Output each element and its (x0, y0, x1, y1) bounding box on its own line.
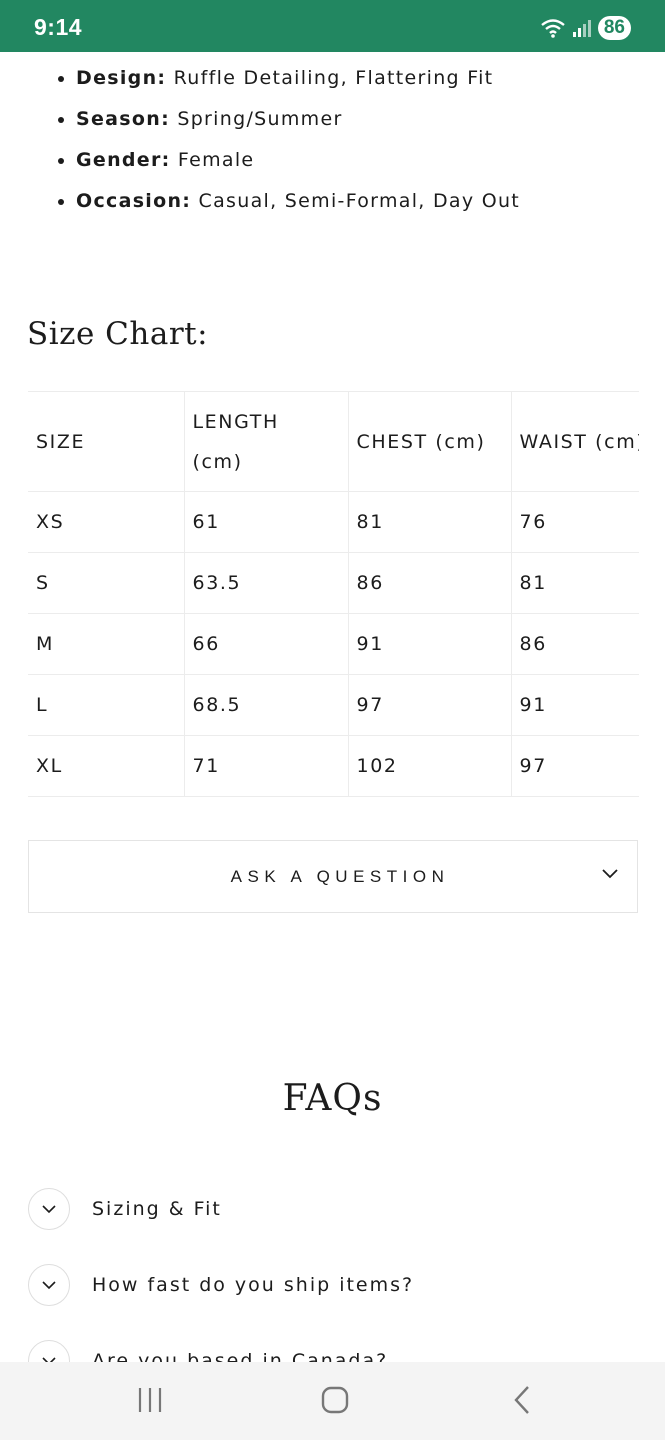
back-icon[interactable] (510, 1384, 534, 1416)
table-cell: 68.5 (183, 674, 348, 736)
spec-season: Season: Spring/Summer (58, 104, 520, 145)
chevron-down-icon (42, 1281, 56, 1290)
table-cell: 66 (183, 613, 348, 675)
column-header: LENGTH (cm) (183, 391, 348, 492)
table-cell: 61 (183, 491, 348, 553)
battery-indicator: 86 (597, 16, 631, 40)
table-row: XS 61 81 76 (28, 491, 639, 553)
table-cell: XL (28, 735, 184, 797)
table-cell: 91 (347, 613, 511, 675)
page-content: Design: Ruffle Detailing, Flattering Fit… (0, 52, 665, 1362)
table-cell: S (28, 552, 184, 614)
table-cell: 81 (347, 491, 511, 553)
table-row: M 66 91 86 (28, 613, 639, 675)
system-nav-bar (0, 1362, 665, 1440)
chevron-down-icon (602, 869, 618, 879)
table-cell: M (28, 613, 184, 675)
table-cell: 63.5 (183, 552, 348, 614)
table-cell: XS (28, 491, 184, 553)
faq-question: How fast do you ship items? (92, 1274, 415, 1296)
table-row: S 63.5 86 81 (28, 552, 639, 614)
faq-toggle-button[interactable] (28, 1188, 70, 1230)
size-chart-table: SIZE LENGTH (cm) CHEST (cm) WAIST (cm) X… (28, 391, 639, 799)
table-cell: L (28, 674, 184, 736)
table-cell: 97 (510, 735, 639, 797)
faq-toggle-button[interactable] (28, 1340, 70, 1362)
column-header: CHEST (cm) (347, 391, 511, 492)
spec-gender: Gender: Female (58, 145, 520, 186)
spec-design: Design: Ruffle Detailing, Flattering Fit (58, 63, 520, 104)
status-icons: 86 (540, 16, 631, 40)
column-header: WAIST (cm) (510, 391, 639, 492)
home-icon[interactable] (320, 1384, 350, 1416)
status-time: 9:14 (34, 14, 83, 40)
signal-icon (572, 20, 591, 37)
table-cell: 81 (510, 552, 639, 614)
table-cell: 97 (347, 674, 511, 736)
table-cell: 86 (347, 552, 511, 614)
column-header: SIZE (28, 391, 184, 492)
faq-toggle-button[interactable] (28, 1264, 70, 1306)
table-header-row: SIZE LENGTH (cm) CHEST (cm) WAIST (cm) (28, 391, 639, 492)
chevron-down-icon (42, 1205, 56, 1214)
table-cell: 102 (347, 735, 511, 797)
faq-title: FAQs (282, 1078, 383, 1119)
table-row: L 68.5 97 91 (28, 674, 639, 736)
status-bar: 9:14 86 (0, 0, 665, 52)
table-cell: 76 (510, 491, 639, 553)
faq-item-canada[interactable]: Are you based in Canada? (28, 1339, 388, 1362)
table-cell: 86 (510, 613, 639, 675)
product-specs: Design: Ruffle Detailing, Flattering Fit… (58, 63, 520, 227)
faq-item-sizing[interactable]: Sizing & Fit (28, 1187, 222, 1231)
recents-icon[interactable] (136, 1384, 164, 1416)
table-cell: 71 (183, 735, 348, 797)
faq-question: Are you based in Canada? (92, 1350, 389, 1362)
faq-item-shipping[interactable]: How fast do you ship items? (28, 1263, 414, 1307)
ask-question-label: ASK A QUESTION (230, 866, 450, 886)
spec-occasion: Occasion: Casual, Semi-Formal, Day Out (58, 186, 520, 227)
table-cell: 91 (510, 674, 639, 736)
ask-question-button[interactable]: ASK A QUESTION (28, 840, 638, 913)
faq-question: Sizing & Fit (92, 1198, 222, 1220)
wifi-icon (541, 19, 565, 38)
table-row: XL 71 102 97 (28, 735, 639, 797)
size-chart-title: Size Chart: (27, 316, 209, 352)
